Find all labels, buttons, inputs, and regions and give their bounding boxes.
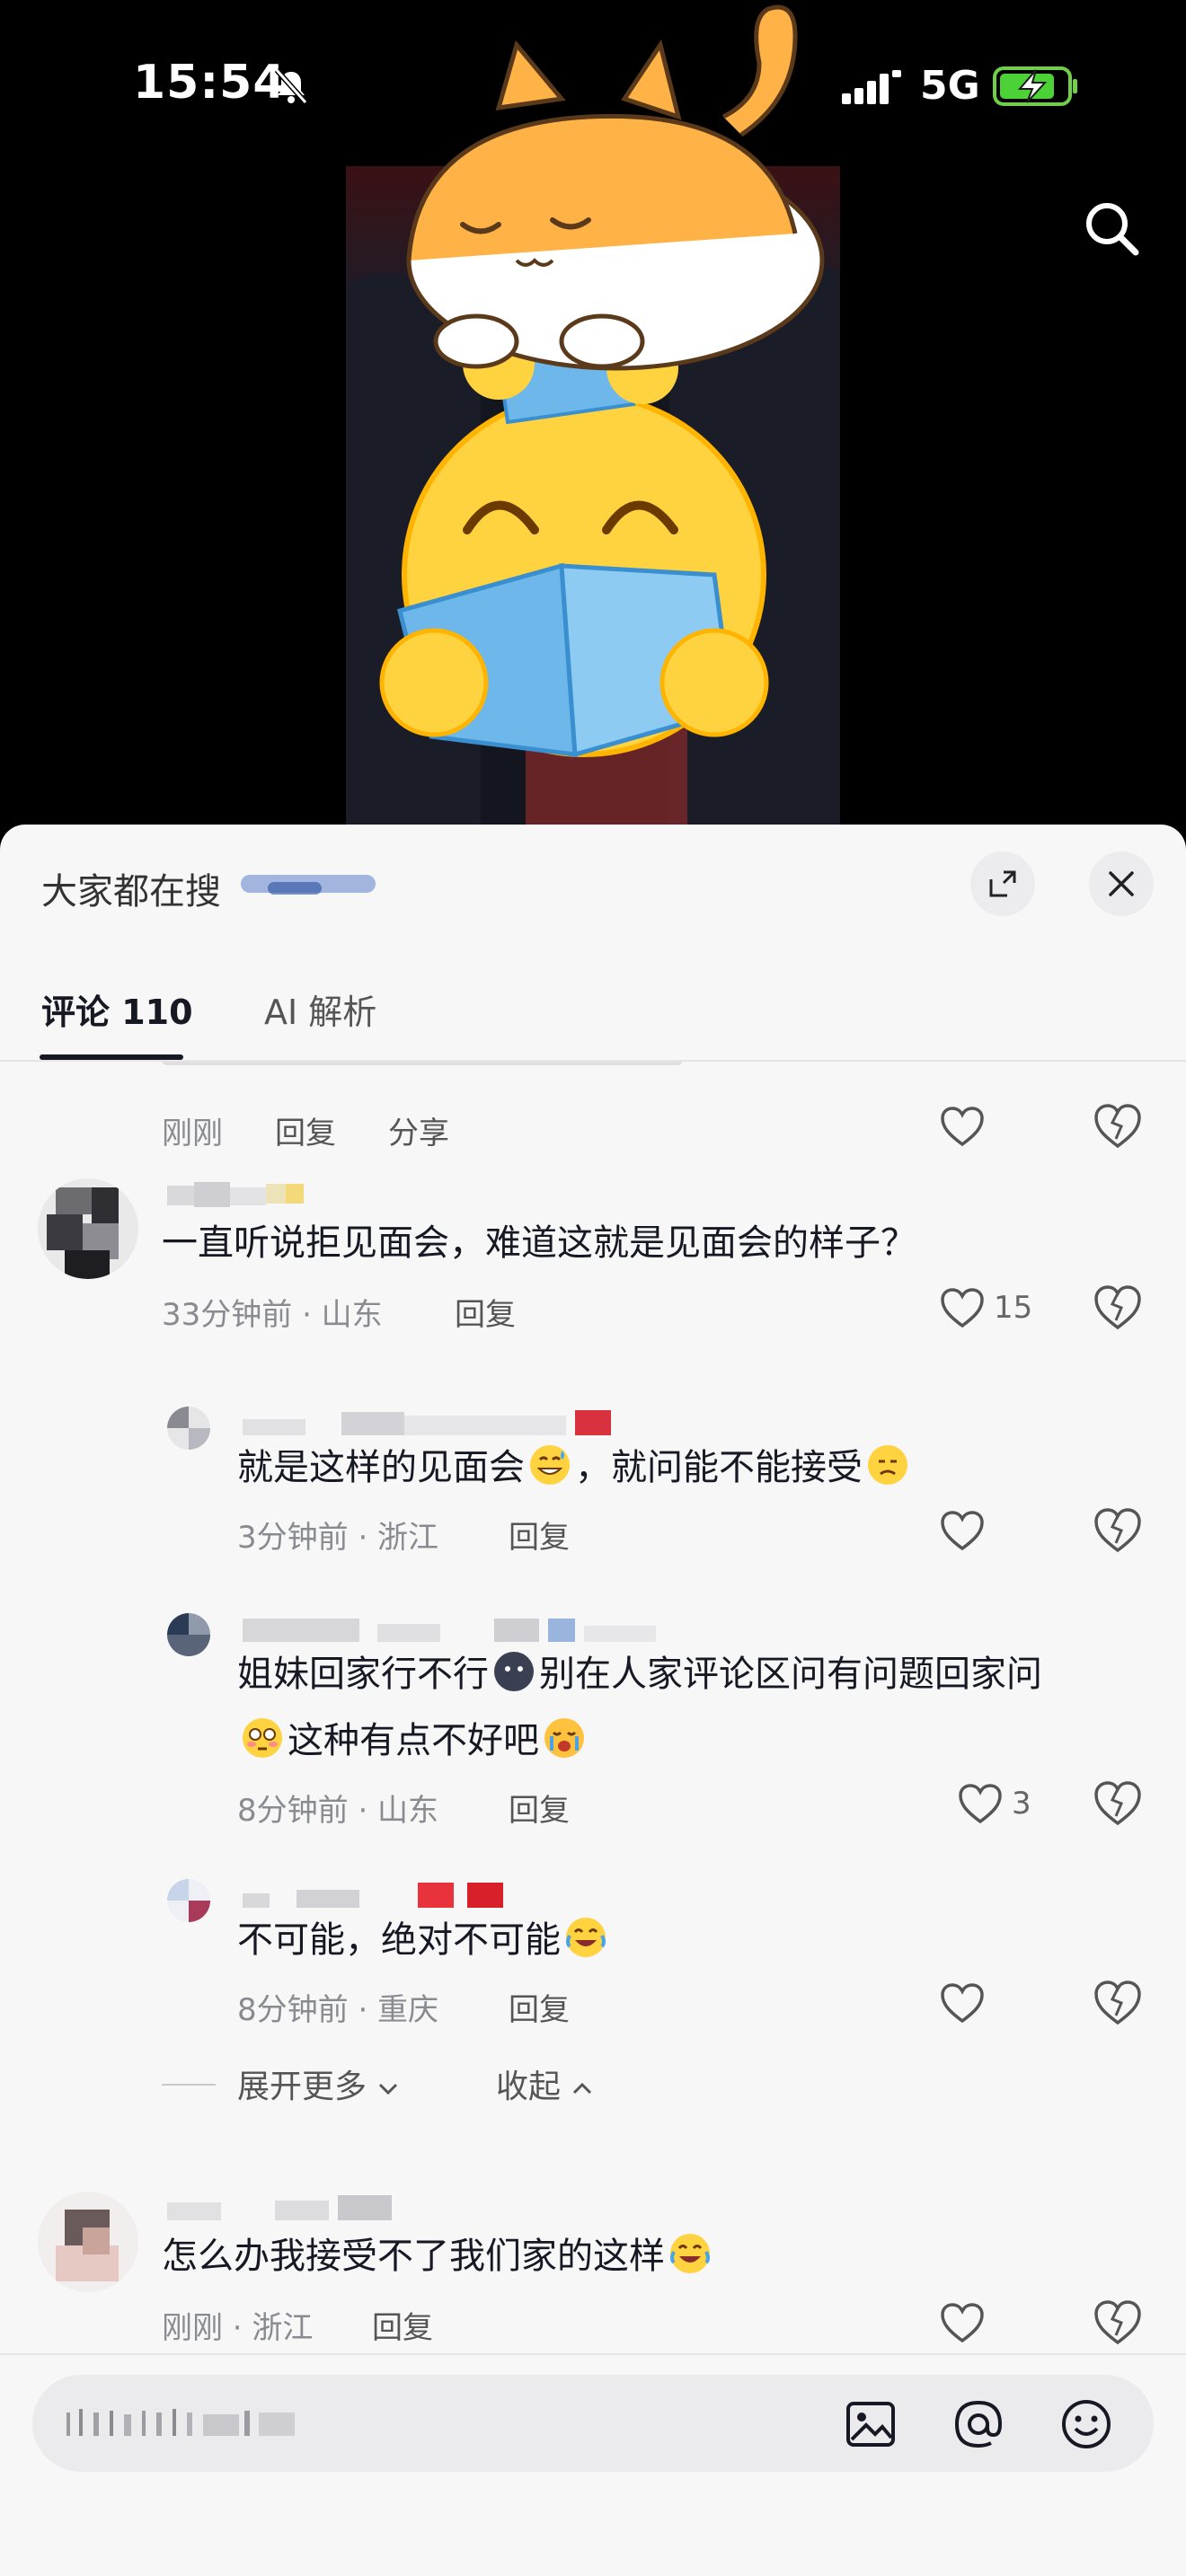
expand-icon	[989, 870, 1016, 897]
blurred-username	[167, 1182, 304, 1207]
broken-heart-icon[interactable]	[1093, 1505, 1143, 1556]
tab-bar: 评论 110 AI 解析	[0, 957, 1186, 1062]
emoji-icon[interactable]	[1058, 2396, 1114, 2452]
tab-comments[interactable]: 评论 110	[41, 984, 193, 1034]
reply-button[interactable]: 回复	[509, 1513, 570, 1557]
blurred-username	[243, 1619, 656, 1642]
broken-heart-icon[interactable]	[1093, 1978, 1143, 2028]
blurred-username	[243, 1883, 503, 1908]
comment-text-part: ，就问能不能接受	[575, 1447, 863, 1488]
collapse-button[interactable]: 收起	[496, 2060, 594, 2107]
comment-time: 8分钟前 · 山东	[237, 1793, 439, 1829]
like-button[interactable]: 3	[958, 1778, 1093, 1829]
comment-sheet: 大家都在搜 评论 110 AI 解析 刚刚 回复 分享 一直听说拒见面会，难道这…	[0, 825, 1186, 2576]
comment-list[interactable]: 刚刚 回复 分享 一直听说拒见面会，难道这就是见面会的样子？ 33分钟前 · 山…	[0, 1062, 1186, 2362]
expand-more-label: 展开更多	[237, 2069, 367, 2105]
heart-icon	[941, 1288, 984, 1328]
comment-time: 3分钟前 · 浙江	[237, 1520, 439, 1556]
heart-icon	[941, 1107, 984, 1147]
tab-ai-analysis[interactable]: AI 解析	[264, 984, 376, 1034]
heart-icon	[941, 1983, 984, 2024]
comment-text-line2: 这种有点不好吧	[237, 1708, 589, 1773]
sob-emoji	[544, 1718, 584, 1758]
comment-text: 不可能，绝对不可能	[237, 1908, 611, 1972]
comment-time: 刚刚 · 浙江	[162, 2310, 314, 2346]
close-icon	[1109, 871, 1134, 896]
frown-emoji	[868, 1445, 907, 1485]
blurred-username	[167, 2195, 392, 2220]
at-mention-icon[interactable]	[951, 2396, 1006, 2452]
video-player[interactable]: 15:54 5G	[0, 0, 1186, 835]
like-count: 15	[994, 1290, 1033, 1326]
collapse-label: 收起	[496, 2069, 562, 2105]
blurred-username	[243, 1410, 611, 1435]
grin-sweat-emoji	[530, 1445, 570, 1485]
comment-time: 8分钟前 · 重庆	[237, 1992, 439, 2028]
like-button[interactable]	[940, 1101, 1075, 1151]
blurred-placeholder	[66, 2409, 295, 2436]
comment-text: 一直听说拒见面会，难道这就是见面会的样子？	[162, 1222, 916, 1264]
battery-charging-icon	[993, 66, 1077, 106]
reply-button[interactable]: 回复	[509, 1985, 570, 2029]
active-tab-indicator	[40, 1054, 183, 1060]
laugh-cry-emoji	[566, 1918, 606, 1957]
thread-divider	[162, 2084, 216, 2086]
avatar[interactable]	[38, 2192, 138, 2292]
broken-heart-icon[interactable]	[1093, 1778, 1143, 1829]
reply-button[interactable]: 回复	[372, 2303, 433, 2347]
comment-time: 33分钟前 · 山东	[162, 1297, 383, 1333]
chevron-up-icon	[573, 2082, 592, 2095]
image-icon[interactable]	[843, 2396, 898, 2452]
like-button[interactable]: 15	[940, 1283, 1075, 1333]
comment-text: 就是这样的见面会 ，就问能不能接受	[237, 1435, 913, 1500]
avatar[interactable]	[167, 1879, 210, 1922]
comment-text-part: 怎么办我接受不了我们家的这样	[162, 2236, 665, 2277]
chevron-down-icon	[379, 2083, 398, 2095]
heart-icon	[941, 2303, 984, 2343]
clipped-comment-text	[162, 1062, 683, 1065]
avatar[interactable]	[38, 1178, 138, 1279]
comment-text-part: 就是这样的见面会	[237, 1447, 525, 1488]
heart-icon	[959, 1784, 1002, 1824]
flushed-emoji	[243, 1718, 282, 1758]
comment-text: 姐妹回家行不行 别在人家评论区问有问题回家问	[237, 1642, 1042, 1707]
search-suggestion-title[interactable]: 大家都在搜	[41, 862, 221, 914]
expand-more-button[interactable]: 展开更多	[237, 2060, 400, 2107]
avatar[interactable]	[167, 1407, 210, 1450]
reply-button[interactable]: 回复	[509, 1786, 570, 1830]
comment-text-part: 姐妹回家行不行	[237, 1654, 489, 1695]
laugh-cry-emoji	[670, 2234, 710, 2273]
search-icon[interactable]	[1076, 193, 1148, 265]
like-button[interactable]	[940, 2298, 1075, 2348]
status-time: 15:54	[133, 56, 287, 110]
expand-button[interactable]	[970, 851, 1035, 916]
broken-heart-icon[interactable]	[1093, 1283, 1143, 1333]
bell-muted-icon	[274, 68, 308, 104]
reply-button[interactable]: 回复	[455, 1290, 516, 1334]
dark-blob-emoji	[494, 1652, 534, 1691]
blurred-title-overlay	[223, 860, 385, 909]
heart-icon	[941, 1511, 984, 1551]
close-button[interactable]	[1089, 851, 1154, 916]
comment-text-part: 不可能，绝对不可能	[237, 1919, 561, 1961]
like-button[interactable]	[940, 1978, 1075, 2028]
like-count: 3	[1012, 1786, 1031, 1822]
broken-heart-icon[interactable]	[1093, 1101, 1143, 1151]
network-type: 5G	[920, 63, 980, 109]
comment-text-part: 别在人家评论区问有问题回家问	[539, 1654, 1042, 1695]
like-button[interactable]	[940, 1505, 1075, 1556]
comment-input-pill[interactable]	[32, 2375, 1154, 2472]
comment-input-bar	[0, 2353, 1186, 2576]
share-button[interactable]: 分享	[388, 1108, 449, 1152]
broken-heart-icon[interactable]	[1093, 2298, 1143, 2348]
avatar[interactable]	[167, 1613, 210, 1656]
sleeping-cat-reading-emoji-sticker	[379, 4, 825, 758]
comment-time: 刚刚	[162, 1116, 223, 1151]
reply-button[interactable]: 回复	[275, 1108, 336, 1152]
comment-text: 怎么办我接受不了我们家的这样	[162, 2224, 715, 2289]
comment-text-part: 这种有点不好吧	[288, 1720, 539, 1761]
